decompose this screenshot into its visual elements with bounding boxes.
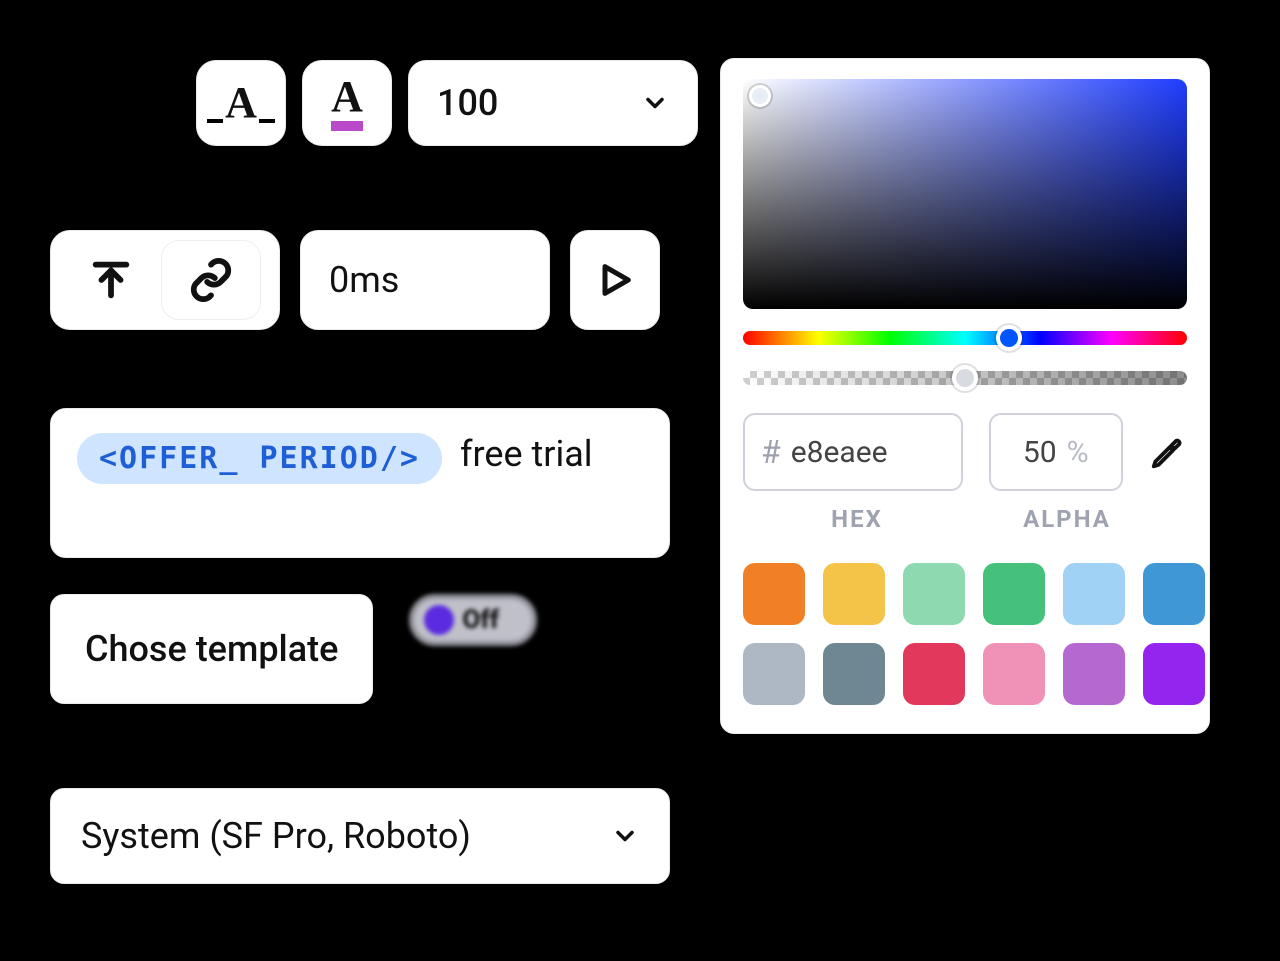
alpha-unit: %: [1067, 435, 1089, 470]
text-color-icon: A: [331, 75, 363, 131]
hex-value: e8eaee: [791, 435, 888, 470]
swatch-9[interactable]: [983, 643, 1045, 705]
hard-paywall-toggle[interactable]: Off: [409, 594, 537, 646]
alpha-thumb[interactable]: [952, 365, 978, 391]
swatch-7[interactable]: [823, 643, 885, 705]
upload-image-button[interactable]: [61, 240, 161, 320]
alpha-input[interactable]: 50 %: [989, 413, 1123, 491]
image-link-button[interactable]: [161, 240, 261, 320]
preview-play-button[interactable]: [570, 230, 660, 330]
color-picker-panel: # e8eaee 50 % HEX ALPHA: [720, 58, 1210, 734]
swatch-5[interactable]: [1143, 563, 1205, 625]
image-label: Image: [50, 176, 310, 216]
swatch-1[interactable]: [823, 563, 885, 625]
text-color-button[interactable]: A: [302, 60, 392, 146]
chevron-down-icon: [641, 89, 669, 117]
swatch-0[interactable]: [743, 563, 805, 625]
swatch-10[interactable]: [1063, 643, 1125, 705]
toggle-state-label: Off: [462, 605, 499, 635]
sv-cursor[interactable]: [749, 85, 771, 107]
hue-thumb[interactable]: [996, 325, 1022, 351]
offers-label: Offers: [50, 83, 180, 123]
play-icon: [595, 260, 635, 300]
hex-label: HEX: [743, 505, 971, 533]
font-select-value: System (SF Pro, Roboto): [81, 815, 471, 857]
offer-period-token[interactable]: <OFFER_ PERIOD/>: [77, 433, 442, 484]
link-icon: [188, 257, 234, 303]
font-select[interactable]: System (SF Pro, Roboto): [50, 788, 670, 884]
hex-input[interactable]: # e8eaee: [743, 413, 963, 491]
close-delay-input[interactable]: 0ms: [300, 230, 550, 330]
alpha-slider[interactable]: [743, 371, 1187, 385]
font-weight-value: 100: [437, 82, 498, 124]
swatch-grid: [743, 563, 1187, 705]
hue-slider[interactable]: [743, 331, 1187, 345]
swatch-11[interactable]: [1143, 643, 1205, 705]
hex-prefix: #: [761, 433, 781, 471]
font-weight-select[interactable]: 100: [408, 60, 698, 146]
choose-template-label: Chose template: [85, 628, 338, 670]
swatch-3[interactable]: [983, 563, 1045, 625]
swatch-2[interactable]: [903, 563, 965, 625]
image-upload-group: [50, 230, 280, 330]
chevron-down-icon: [611, 822, 639, 850]
swatch-4[interactable]: [1063, 563, 1125, 625]
strikethrough-button[interactable]: A: [196, 60, 286, 146]
alpha-value: 50: [1023, 435, 1057, 470]
close-delay-label: Close button delay: [310, 176, 594, 216]
choose-template-button[interactable]: Chose template: [50, 594, 373, 704]
free-trial-suffix-text: free trial: [460, 433, 593, 475]
toggle-knob: [424, 605, 454, 635]
alpha-label: ALPHA: [997, 505, 1137, 533]
hard-paywall-label: Hard paywall: [409, 658, 583, 693]
swatch-6[interactable]: [743, 643, 805, 705]
font-label: Font: [50, 734, 1230, 774]
eyedropper-icon[interactable]: [1149, 432, 1187, 472]
swatch-8[interactable]: [903, 643, 965, 705]
close-delay-value: 0ms: [329, 259, 399, 301]
strikethrough-icon: A: [225, 81, 257, 125]
saturation-value-field[interactable]: [743, 79, 1187, 309]
upload-icon: [88, 257, 134, 303]
free-trial-text-input[interactable]: <OFFER_ PERIOD/> free trial: [50, 408, 670, 558]
